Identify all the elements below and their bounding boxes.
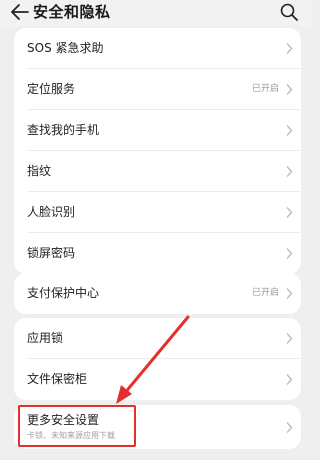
annotation-arrow-icon bbox=[116, 315, 190, 404]
